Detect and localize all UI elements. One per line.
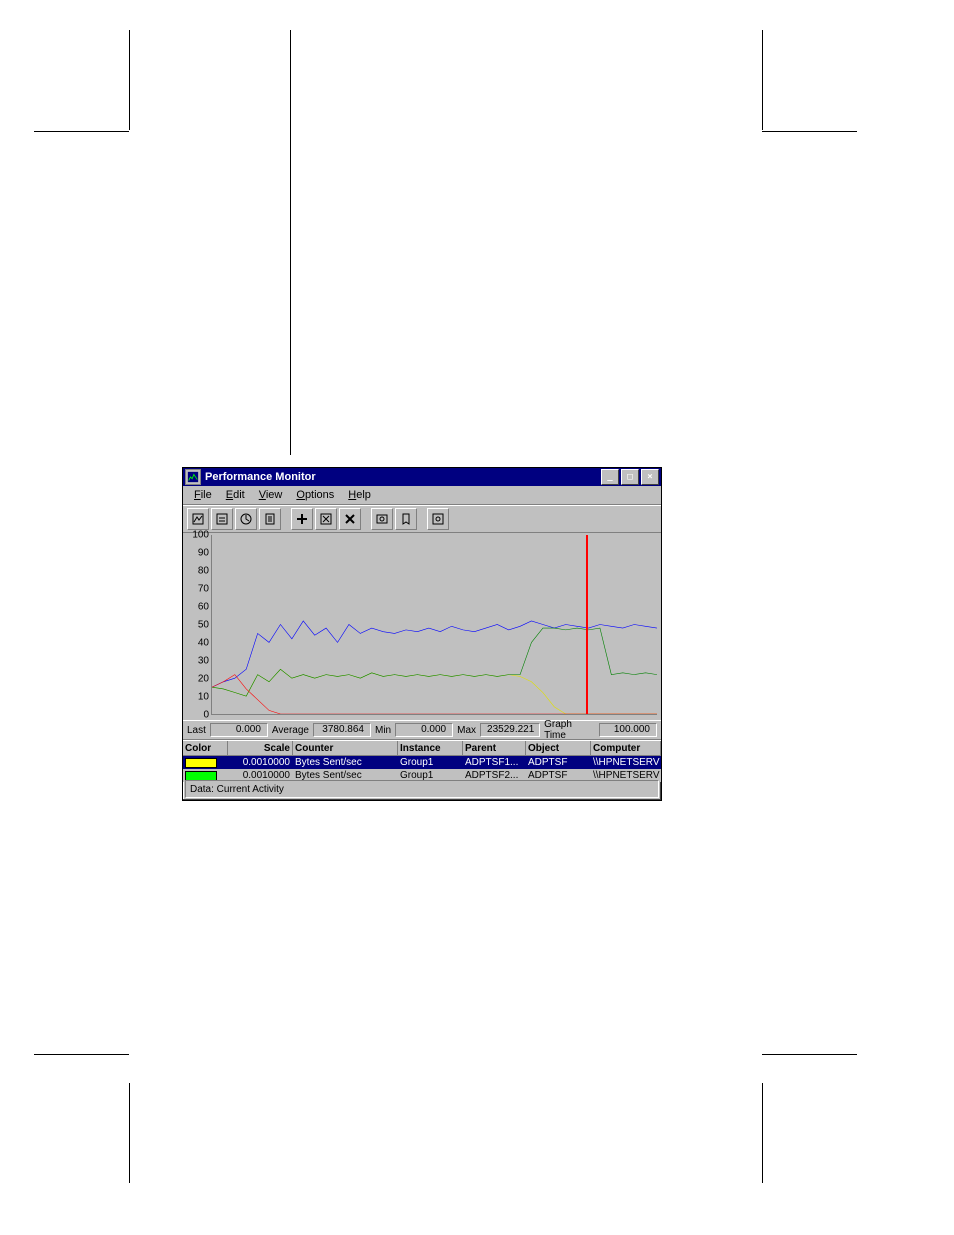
menu-help[interactable]: Help xyxy=(343,488,376,502)
crop-mark xyxy=(129,30,130,130)
maximize-button[interactable]: □ xyxy=(621,469,639,485)
cell: \\HPNETSERVER xyxy=(591,756,661,769)
stat-last-label: Last xyxy=(187,725,206,736)
cell: Group1 xyxy=(398,756,463,769)
minimize-button[interactable]: _ xyxy=(601,469,619,485)
performance-monitor-window: Performance Monitor _ □ × File Edit View… xyxy=(182,467,662,801)
stat-min-value: 0.000 xyxy=(395,723,453,737)
crop-mark xyxy=(290,30,291,455)
y-tick-label: 60 xyxy=(198,602,209,613)
crop-mark xyxy=(34,131,129,132)
stat-graphtime-value: 100.000 xyxy=(599,723,657,737)
menu-bar: File Edit View Options Help xyxy=(183,486,661,505)
header-color[interactable]: Color xyxy=(183,741,228,755)
header-instance[interactable]: Instance xyxy=(398,741,463,755)
header-parent[interactable]: Parent xyxy=(463,741,526,755)
add-counter-button[interactable] xyxy=(291,508,313,530)
tool-bar xyxy=(183,505,661,533)
header-scale[interactable]: Scale xyxy=(228,741,293,755)
crop-mark xyxy=(762,30,763,130)
view-log-button[interactable] xyxy=(235,508,257,530)
crop-mark xyxy=(762,1054,857,1055)
status-bar: Data: Current Activity xyxy=(185,780,659,798)
close-button[interactable]: × xyxy=(641,469,659,485)
stat-min-label: Min xyxy=(375,725,391,736)
menu-file[interactable]: File xyxy=(189,488,217,502)
status-text: Data: Current Activity xyxy=(190,784,284,795)
y-tick-label: 50 xyxy=(198,620,209,631)
menu-options[interactable]: Options xyxy=(291,488,339,502)
delete-counter-button[interactable] xyxy=(339,508,361,530)
crop-mark xyxy=(129,1083,130,1183)
stat-max-label: Max xyxy=(457,725,476,736)
counter-table-header: Color Scale Counter Instance Parent Obje… xyxy=(183,740,661,756)
header-counter[interactable]: Counter xyxy=(293,741,398,755)
y-tick-label: 10 xyxy=(198,692,209,703)
y-tick-label: 90 xyxy=(198,548,209,559)
stat-graphtime-label: Graph Time xyxy=(544,719,595,741)
cell: Bytes Sent/sec xyxy=(293,756,398,769)
y-tick-label: 30 xyxy=(198,656,209,667)
bookmark-button[interactable] xyxy=(395,508,417,530)
chart-series-line xyxy=(212,675,657,714)
cell: ADPTSF1... xyxy=(463,756,526,769)
chart-area: 0 10 20 30 40 50 60 70 80 90 100 xyxy=(183,533,661,720)
crop-mark xyxy=(762,1083,763,1183)
y-tick-label: 40 xyxy=(198,638,209,649)
legend-swatch-icon xyxy=(185,771,217,781)
stat-average-label: Average xyxy=(272,725,309,736)
stat-max-value: 23529.221 xyxy=(480,723,540,737)
y-tick-label: 0 xyxy=(203,710,209,721)
stat-average-value: 3780.864 xyxy=(313,723,371,737)
menu-edit[interactable]: Edit xyxy=(221,488,250,502)
chart-series-line xyxy=(212,621,657,687)
time-cursor-line xyxy=(586,535,588,714)
counter-table-body: 0.0010000Bytes Sent/secGroup1ADPTSF1...A… xyxy=(183,756,661,782)
view-report-button[interactable] xyxy=(259,508,281,530)
menu-view[interactable]: View xyxy=(254,488,288,502)
view-chart-button[interactable] xyxy=(187,508,209,530)
header-computer[interactable]: Computer xyxy=(591,741,661,755)
options-button[interactable] xyxy=(427,508,449,530)
title-bar[interactable]: Performance Monitor _ □ × xyxy=(183,468,661,486)
chart-series-line xyxy=(212,669,657,714)
view-alert-button[interactable] xyxy=(211,508,233,530)
stats-strip: Last 0.000 Average 3780.864 Min 0.000 Ma… xyxy=(183,720,661,740)
y-tick-label: 20 xyxy=(198,674,209,685)
cell: ADPTSF xyxy=(526,756,591,769)
y-axis-labels: 0102030405060708090100 xyxy=(187,535,211,715)
app-icon xyxy=(185,469,201,485)
y-tick-label: 70 xyxy=(198,584,209,595)
cell: 0.0010000 xyxy=(228,756,293,769)
legend-swatch-icon xyxy=(185,758,217,768)
modify-counter-button[interactable] xyxy=(315,508,337,530)
chart-plot[interactable] xyxy=(211,535,657,715)
update-now-button[interactable] xyxy=(371,508,393,530)
crop-mark xyxy=(762,131,857,132)
table-row[interactable]: 0.0010000Bytes Sent/secGroup1ADPTSF1...A… xyxy=(183,756,661,769)
y-tick-label: 100 xyxy=(192,530,209,541)
y-tick-label: 80 xyxy=(198,566,209,577)
window-title: Performance Monitor xyxy=(205,471,601,483)
crop-mark xyxy=(34,1054,129,1055)
stat-last-value: 0.000 xyxy=(210,723,268,737)
chart-series-line xyxy=(212,628,657,696)
header-object[interactable]: Object xyxy=(526,741,591,755)
